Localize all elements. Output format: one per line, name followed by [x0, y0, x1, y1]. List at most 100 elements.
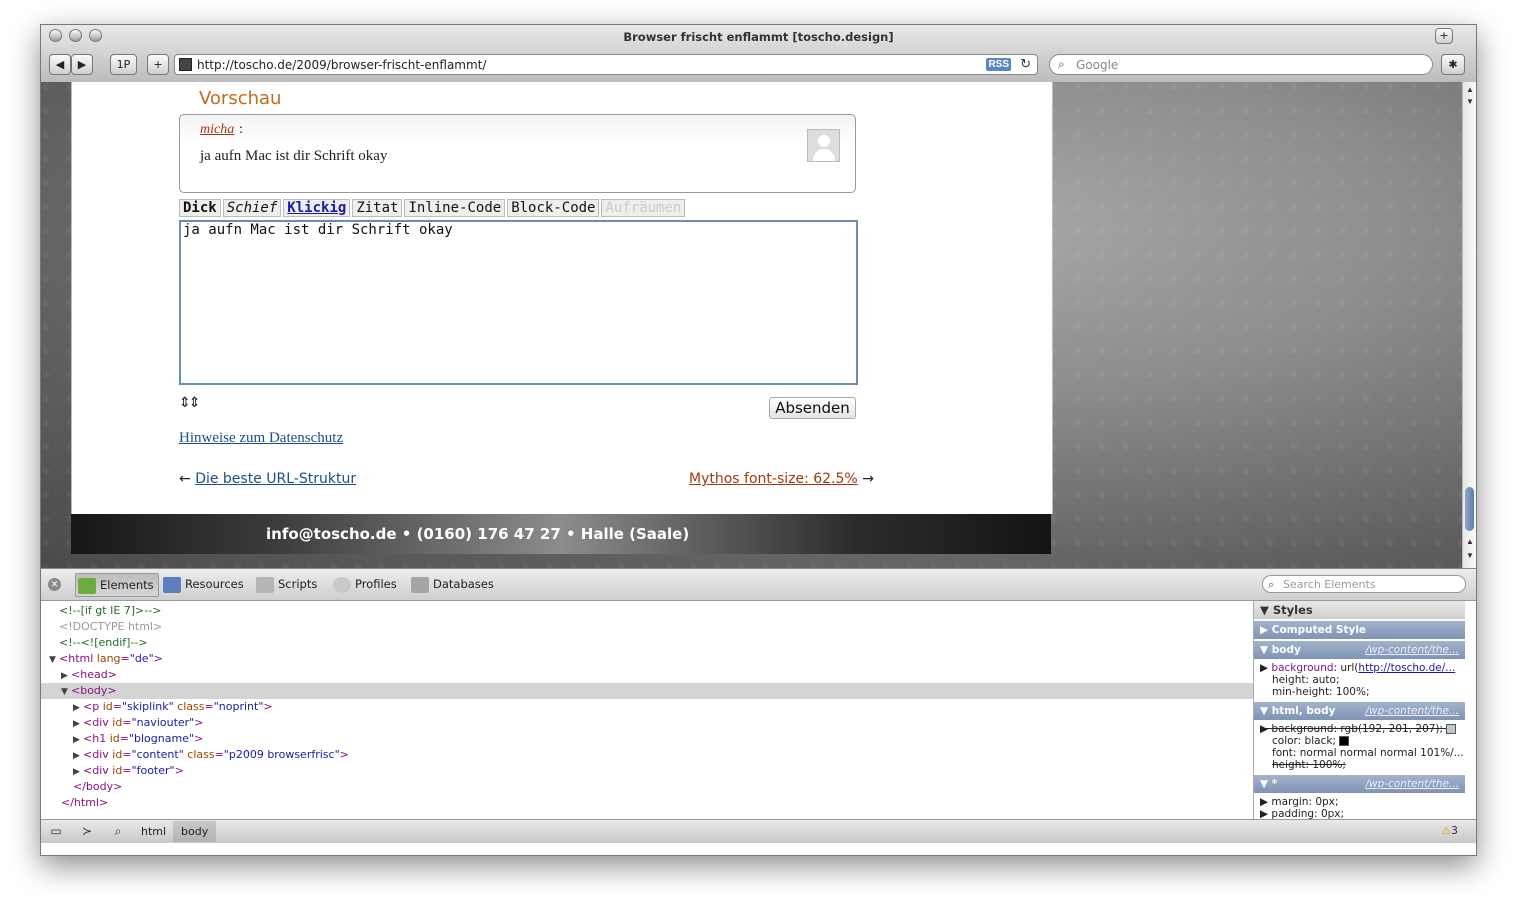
bold-button[interactable]: Dick	[179, 199, 221, 217]
tab-elements[interactable]: Elements	[75, 573, 159, 597]
search-field[interactable]: ⌕ Google	[1049, 54, 1433, 75]
css-property[interactable]: color: black;	[1272, 735, 1350, 747]
quote-button[interactable]: Zitat	[352, 199, 403, 217]
dom-node[interactable]: ▶ <p id="skiplink" class="noprint">	[73, 699, 273, 715]
dom-node[interactable]: ▶ <div id="content" class="p2009 browserf…	[73, 747, 349, 763]
next-post-link[interactable]: Mythos font-size: 62.5%	[689, 471, 858, 487]
forward-button[interactable]: ▶	[71, 54, 93, 75]
tab-scripts[interactable]: Scripts	[256, 573, 317, 595]
dock-icon[interactable]: ▭	[45, 824, 67, 838]
warning-icon: ⚠	[1441, 824, 1451, 837]
search-icon: ⌕	[1268, 578, 1275, 591]
comment-textarea[interactable]: ja aufn Mac ist dir Schrift okay	[179, 220, 858, 385]
tab-resources[interactable]: Resources	[163, 573, 244, 595]
collapsed-triangle-icon[interactable]: ▶	[73, 748, 83, 764]
dom-node[interactable]: <!--<![endif]-->	[59, 635, 148, 651]
console-icon[interactable]: ≻	[76, 824, 98, 838]
link-button[interactable]: Klickig	[283, 199, 351, 217]
dom-node[interactable]: </html>	[61, 795, 108, 811]
css-property[interactable]: min-height: 100%;	[1272, 686, 1370, 698]
tab-profiles[interactable]: Profiles	[333, 573, 397, 595]
back-button[interactable]: ◀	[49, 54, 71, 75]
css-url-link[interactable]: http://toscho.de/...	[1358, 662, 1455, 674]
reload-icon[interactable]: ↻	[1020, 56, 1031, 72]
dom-node[interactable]: </body>	[73, 779, 122, 795]
comment-author-link[interactable]: micha	[200, 122, 234, 138]
rule-header-body[interactable]: ▼ body/wp-content/the...	[1254, 641, 1465, 659]
warnings-indicator[interactable]: ⚠3	[1441, 824, 1458, 837]
search-elements-field[interactable]: ⌕ Search Elements	[1262, 575, 1466, 593]
collapsed-triangle-icon[interactable]: ▶	[73, 764, 83, 780]
dom-node[interactable]: <!DOCTYPE html>	[59, 619, 162, 635]
css-property-overridden[interactable]: height: 100%;	[1272, 759, 1346, 771]
collapsed-triangle-icon[interactable]: ▶	[61, 668, 71, 684]
css-property-overridden[interactable]: ▶ background: rgb(192, 201, 207);	[1260, 723, 1457, 735]
search-placeholder: Google	[1076, 58, 1119, 72]
privacy-link[interactable]: Hinweise zum Datenschutz	[179, 430, 343, 447]
browser-window: Browser frischt enflammt [toscho.design]…	[40, 24, 1477, 856]
dom-node-body-selected[interactable]: ▼ <body>	[41, 683, 1253, 699]
css-property[interactable]: ▶ padding: 0px;	[1260, 808, 1344, 819]
resize-textarea-icon[interactable]: ⇕⇕	[179, 395, 201, 411]
dom-comment: <!--[if gt IE 7]>-->	[59, 604, 162, 617]
prev-post-link[interactable]: Die beste URL-Struktur	[195, 471, 356, 487]
scroll-up-icon[interactable]: ▲	[1466, 537, 1474, 546]
dom-node[interactable]: <!--[if gt IE 7]>-->	[59, 603, 161, 619]
expanded-triangle-icon[interactable]: ▼	[49, 652, 59, 668]
css-property[interactable]: ▶ background: url(http://toscho.de/...	[1260, 662, 1455, 674]
collapsed-triangle-icon[interactable]: ▶	[73, 716, 83, 732]
css-property[interactable]: height: auto;	[1272, 674, 1340, 686]
rule-header-universal[interactable]: ▼ */wp-content/the...	[1254, 775, 1465, 793]
breadcrumb-body[interactable]: body	[173, 821, 217, 842]
scroll-up-icon[interactable]: ▲	[1466, 85, 1474, 94]
address-bar[interactable]: http://toscho.de/2009/browser-frischt-en…	[174, 54, 1038, 75]
new-tab-button[interactable]: +	[1435, 28, 1453, 44]
search-elements-placeholder: Search Elements	[1283, 578, 1376, 591]
search-icon: ⌕	[1058, 57, 1065, 71]
css-property[interactable]: ▶ margin: 0px;	[1260, 796, 1338, 808]
dom-node-head[interactable]: ▶ <head>	[61, 667, 117, 683]
rss-button[interactable]: RSS	[986, 58, 1011, 71]
collapsed-triangle-icon[interactable]: ▶	[73, 732, 83, 748]
tab-databases[interactable]: Databases	[411, 573, 494, 595]
rule-source-link[interactable]: /wp-content/the...	[1365, 641, 1459, 659]
forward-arrow-icon: ▶	[77, 58, 87, 71]
dom-tag: <head>	[71, 668, 117, 681]
submit-button[interactable]: Absenden	[769, 397, 856, 419]
css-property[interactable]: font: normal normal normal 101%/...	[1272, 747, 1464, 759]
dom-value: "noprint"	[213, 700, 264, 713]
italic-button[interactable]: Schief	[222, 199, 282, 217]
collapsed-triangle-icon[interactable]: ▶	[73, 700, 83, 716]
bug-report-button[interactable]: ✱	[1441, 54, 1465, 75]
dom-node[interactable]: ▶ <div id="footer">	[73, 763, 184, 779]
page-viewport: Vorschau micha : ja aufn Mac ist dir Sch…	[41, 82, 1464, 568]
dom-node[interactable]: ▶ <div id="naviouter">	[73, 715, 203, 731]
css-value: color: black;	[1272, 735, 1336, 747]
css-value: url(	[1340, 662, 1359, 674]
scroll-down-icon[interactable]: ▼	[1466, 551, 1474, 560]
avatar-head	[818, 135, 830, 147]
tab-label: Profiles	[355, 577, 397, 591]
dom-node-html[interactable]: ▼ <html lang="de">	[49, 651, 163, 667]
css-key: background	[1271, 662, 1334, 674]
rule-source-link[interactable]: /wp-content/the...	[1365, 702, 1459, 720]
dom-value: "p2009 browserfrisc"	[223, 748, 340, 761]
close-inspector-icon[interactable]: ✕	[48, 578, 61, 591]
add-bookmark-button[interactable]: +	[147, 54, 169, 75]
inline-code-button[interactable]: Inline-Code	[404, 199, 506, 217]
page-scrollbar[interactable]: ▲ ▼ ▲ ▼	[1462, 82, 1476, 568]
styles-section-header[interactable]: ▼ Styles	[1254, 601, 1465, 619]
scroll-down-icon[interactable]: ▼	[1466, 97, 1474, 106]
breadcrumb-html[interactable]: html	[133, 821, 174, 842]
inspect-search-icon[interactable]: ⌕	[107, 824, 129, 838]
onepassword-button[interactable]: 1P	[110, 54, 137, 75]
url-text: http://toscho.de/2009/browser-frischt-en…	[197, 58, 487, 72]
computed-style-header[interactable]: ▶ Computed Style	[1254, 621, 1465, 639]
expanded-triangle-icon[interactable]: ▼	[61, 684, 71, 700]
rule-header-html-body[interactable]: ▼ html, body/wp-content/the...	[1254, 702, 1465, 720]
dom-node[interactable]: ▶ <h1 id="blogname">	[73, 731, 203, 747]
block-code-button[interactable]: Block-Code	[507, 199, 600, 217]
tab-label: Databases	[433, 577, 494, 591]
rule-source-link[interactable]: /wp-content/the...	[1365, 775, 1459, 793]
scroll-thumb[interactable]	[1465, 487, 1474, 531]
